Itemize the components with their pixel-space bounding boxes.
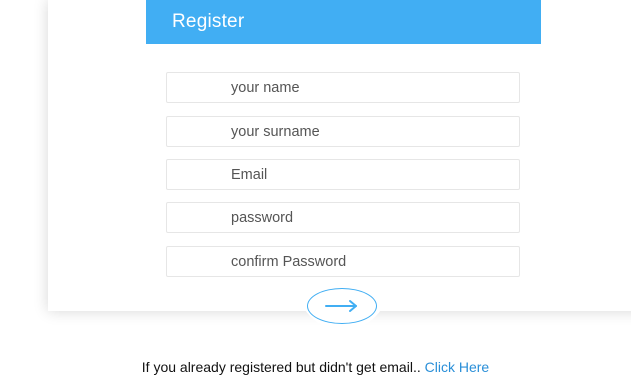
confirm-password-field[interactable] [166,246,520,277]
email-field[interactable] [166,159,520,190]
password-input[interactable] [167,203,519,232]
surname-input[interactable] [167,117,519,146]
surname-field[interactable] [166,116,520,147]
confirm-password-input[interactable] [167,247,519,276]
click-here-link[interactable]: Click Here [425,359,490,375]
page-title: Register [172,11,245,32]
name-input[interactable] [167,73,519,102]
arrow-right-icon [325,300,357,312]
register-header: Register [146,0,541,44]
email-input[interactable] [167,160,519,189]
name-field[interactable] [166,72,520,103]
submit-button[interactable] [307,288,377,324]
password-field[interactable] [166,202,520,233]
resend-email-text: If you already registered but didn't get… [141,359,425,375]
resend-email-notice: If you already registered but didn't get… [0,359,631,375]
